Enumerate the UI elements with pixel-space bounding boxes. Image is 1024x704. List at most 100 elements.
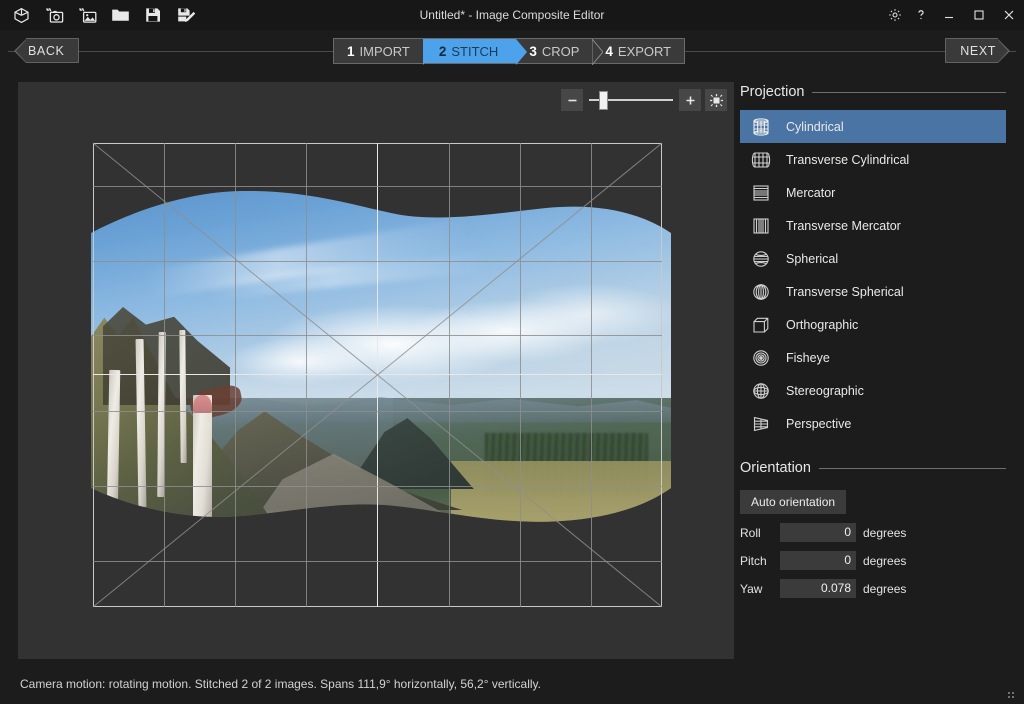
next-chevron-icon [998,38,1010,63]
right-panel: Projection Cylindrical Transverse Cylind… [734,72,1024,664]
projection-label: Transverse Spherical [786,284,904,299]
projection-label: Fisheye [786,350,830,365]
fisheye-icon [748,345,774,371]
roll-unit: degrees [863,525,907,540]
transverse-spherical-icon [748,279,774,305]
projection-item-orthographic[interactable]: Orthographic [740,308,1006,341]
stitch-stage [92,142,663,608]
projection-label: Orthographic [786,317,859,332]
stereographic-icon [748,378,774,404]
projection-label: Perspective [786,416,852,431]
tab-import-label: IMPORT [359,43,410,59]
add-images-icon[interactable] [72,2,102,28]
tab-import-number: 1 [347,43,355,59]
mercator-icon [748,180,774,206]
status-bar: Camera motion: rotating motion. Stitched… [0,664,1024,704]
projection-item-spherical[interactable]: Spherical [740,242,1006,275]
projection-item-transverse-mercator[interactable]: Transverse Mercator [740,209,1006,242]
projection-item-transverse-cylindrical[interactable]: Transverse Cylindrical [740,143,1006,176]
projection-title: Projection [740,84,805,100]
projection-section-header: Projection [740,84,1006,100]
help-icon[interactable] [908,0,934,30]
main-toolbar [0,0,201,30]
orientation-section-header: Orientation [740,460,1006,476]
open-folder-icon[interactable] [105,2,135,28]
zoom-slider-thumb[interactable] [599,90,608,110]
yaw-field-row: Yaw 0.078 degrees [740,579,1006,598]
status-text: Camera motion: rotating motion. Stitched… [20,677,541,691]
next-button-label: NEXT [945,38,998,63]
title-bar: Untitled* - Image Composite Editor [0,0,1024,30]
maximize-icon[interactable] [964,0,994,30]
projection-item-fisheye[interactable]: Fisheye [740,341,1006,374]
section-divider [818,467,1006,469]
tab-stitch-label: STITCH [451,43,499,59]
minimize-icon[interactable] [934,0,964,30]
close-icon[interactable] [994,0,1024,30]
tab-import[interactable]: 1 IMPORT [334,39,434,65]
tab-export-number: 4 [605,43,613,59]
tab-export-label: EXPORT [617,43,672,59]
roll-label: Roll [740,525,761,540]
zoom-in-button[interactable] [679,89,701,111]
yaw-input[interactable]: 0.078 [780,579,856,598]
projection-list: Cylindrical Transverse Cylindrical Merca… [740,110,1006,440]
view-3d-icon[interactable] [6,2,36,28]
projection-label: Cylindrical [786,119,844,134]
tab-stitch-number: 2 [438,43,447,59]
transverse-cylindrical-icon [748,147,774,173]
save-as-icon[interactable] [171,2,201,28]
main-area: Projection Cylindrical Transverse Cylind… [0,72,1024,664]
orientation-title: Orientation [740,460,811,476]
projection-item-cylindrical[interactable]: Cylindrical [740,110,1006,143]
pitch-field-row: Pitch 0 degrees [740,551,1006,570]
projection-label: Stereographic [786,383,864,398]
preview-canvas[interactable] [18,82,734,659]
zoom-toolbar [561,89,727,111]
next-button[interactable]: NEXT [945,38,1010,63]
tab-crop-number: 3 [529,43,537,59]
resize-grip[interactable] [1008,688,1018,698]
yaw-label: Yaw [740,581,763,596]
roll-field-row: Roll 0 degrees [740,523,1006,542]
add-images-from-camera-icon[interactable] [39,2,69,28]
back-button-label: BACK [26,38,80,63]
section-divider [812,91,1006,93]
window-system-buttons [882,0,1024,30]
projection-label: Mercator [786,185,836,200]
tab-crop-label: CROP [541,43,580,59]
roll-input[interactable]: 0 [780,523,856,542]
tab-separator-arrow [516,39,528,65]
projection-item-perspective[interactable]: Perspective [740,407,1006,440]
yaw-unit: degrees [863,581,907,596]
tab-crop[interactable]: 3 CROP [516,39,604,65]
zoom-out-button[interactable] [561,89,583,111]
gear-icon[interactable] [882,0,908,30]
projection-item-stereographic[interactable]: Stereographic [740,374,1006,407]
projection-item-transverse-spherical[interactable]: Transverse Spherical [740,275,1006,308]
projection-label: Transverse Mercator [786,218,901,233]
auto-orientation-button[interactable]: Auto orientation [740,490,847,514]
perspective-icon [748,411,774,437]
back-chevron-icon [14,38,26,63]
tab-export[interactable]: 4 EXPORT [592,39,685,63]
app-window: Untitled* - Image Composite Editor BACK … [0,0,1024,704]
orientation-section: Orientation Auto orientation Roll 0 degr… [740,460,1006,598]
pitch-input[interactable]: 0 [780,551,856,570]
step-tabs: 1 IMPORT 2 STITCH 3 CROP 4 EXPORT [333,38,686,65]
save-icon[interactable] [138,2,168,28]
tab-stitch[interactable]: 2 STITCH [422,39,528,65]
projection-label: Transverse Cylindrical [786,152,910,167]
pitch-label: Pitch [740,553,767,568]
step-navigation-bar: BACK 1 IMPORT 2 STITCH 3 CROP 4 EXPORT N… [0,30,1024,72]
diagonal-guides [92,142,663,608]
zoom-slider[interactable] [587,89,675,111]
cylindrical-icon [748,114,774,140]
projection-item-mercator[interactable]: Mercator [740,176,1006,209]
spherical-icon [748,246,774,272]
orthographic-icon [748,312,774,338]
projection-label: Spherical [786,251,839,266]
fit-to-window-icon[interactable] [705,89,727,111]
transverse-mercator-icon [748,213,774,239]
back-button[interactable]: BACK [14,38,80,63]
